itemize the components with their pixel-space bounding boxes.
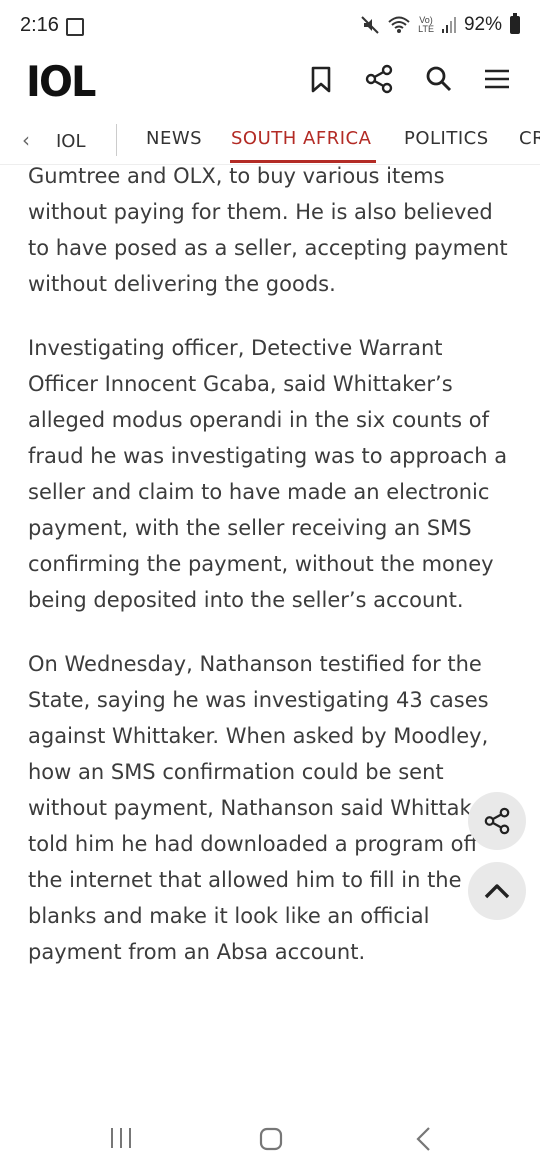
tab-crime[interactable]: CR <box>519 128 540 149</box>
divider <box>116 124 117 156</box>
site-header: IOL <box>0 52 540 118</box>
battery-icon <box>510 13 520 34</box>
share-icon[interactable] <box>364 64 394 94</box>
active-tab-indicator <box>230 160 376 163</box>
article-paragraph: Gumtree and OLX, to buy various items wi… <box>28 164 508 296</box>
tab-south-africa[interactable]: SOUTH AFRICA <box>231 128 371 149</box>
section-back-iol[interactable]: IOL <box>56 131 86 152</box>
status-indicators: Vo) LTE 92% <box>360 13 520 36</box>
volte-indicator: Vo) LTE <box>418 15 434 34</box>
iol-logo[interactable]: IOL <box>26 58 96 106</box>
system-nav-bar <box>0 1110 540 1170</box>
battery-percent: 92% <box>463 14 502 35</box>
status-time: 2:16 <box>20 14 59 36</box>
scroll-to-top-button[interactable] <box>468 862 526 920</box>
home-icon[interactable] <box>258 1126 284 1152</box>
search-icon[interactable] <box>424 64 454 94</box>
article-paragraph: On Wednesday, Nathanson testified for th… <box>28 652 493 964</box>
recent-apps-icon[interactable] <box>108 1126 134 1150</box>
chevron-left-icon[interactable]: ‹ <box>22 128 30 152</box>
bookmark-icon[interactable] <box>306 64 336 94</box>
tab-news[interactable]: NEWS <box>146 128 202 149</box>
share-icon <box>484 807 510 835</box>
signal-icon <box>441 17 456 33</box>
back-icon[interactable] <box>412 1126 436 1152</box>
tab-politics[interactable]: POLITICS <box>404 128 489 149</box>
chevron-up-icon <box>484 884 510 899</box>
wifi-icon <box>388 16 410 33</box>
section-nav: ‹ IOL NEWS SOUTH AFRICA POLITICS CR <box>0 118 540 165</box>
menu-icon[interactable] <box>482 64 512 94</box>
gallery-notification-icon <box>66 18 84 36</box>
floating-share-button[interactable] <box>468 792 526 850</box>
mute-icon <box>361 16 379 34</box>
status-bar: 2:16 Vo) LTE 92% <box>0 0 540 52</box>
article-body: Gumtree and OLX, to buy various items wi… <box>28 164 518 1084</box>
article-paragraph: Investigating officer, Detective Warrant… <box>28 336 508 612</box>
